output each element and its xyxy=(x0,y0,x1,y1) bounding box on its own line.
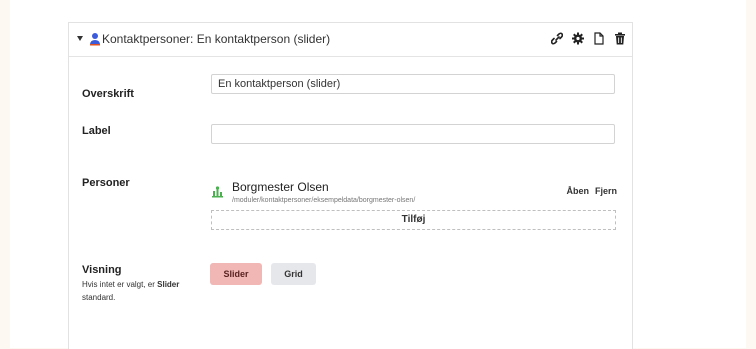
panel-title: Kontaktpersoner: En kontaktperson (slide… xyxy=(102,32,331,46)
copy-icon[interactable] xyxy=(593,32,605,45)
link-icon[interactable] xyxy=(551,32,563,45)
person-actions: Åben Fjern xyxy=(566,186,617,196)
overskrift-label: Overskrift xyxy=(82,88,134,100)
hint-prefix: Hvis intet er valgt, er xyxy=(82,280,158,289)
label-field-label: Label xyxy=(82,125,111,137)
label-input[interactable] xyxy=(211,124,615,144)
kontaktpersoner-panel: Kontaktpersoner: En kontaktperson (slide… xyxy=(68,22,633,349)
person-icon xyxy=(90,33,100,46)
open-person-link[interactable]: Åben xyxy=(566,186,589,196)
person-path: /moduler/kontaktpersoner/eksempeldata/bo… xyxy=(232,197,416,204)
gear-icon[interactable] xyxy=(572,32,584,45)
slider-option-button[interactable]: Slider xyxy=(210,263,262,285)
panel-header[interactable]: Kontaktpersoner: En kontaktperson (slide… xyxy=(69,23,632,57)
visning-label: Visning xyxy=(82,264,122,276)
personer-label: Personer xyxy=(82,177,130,189)
person-name: Borgmester Olsen xyxy=(232,180,329,194)
page: Kontaktpersoner: En kontaktperson (slide… xyxy=(10,0,746,349)
trash-icon[interactable] xyxy=(614,32,626,45)
grid-option-button[interactable]: Grid xyxy=(271,263,316,285)
remove-person-link[interactable]: Fjern xyxy=(595,186,617,196)
person-list-item: Borgmester Olsen /moduler/kontaktpersone… xyxy=(211,178,617,206)
hint-suffix: standard. xyxy=(82,293,116,302)
visning-hint: Hvis intet er valgt, er Slider standard. xyxy=(82,278,202,304)
hint-default-value: Slider xyxy=(157,280,180,289)
overskrift-input[interactable] xyxy=(211,74,615,94)
person-leaf-icon xyxy=(212,186,223,198)
panel-actions xyxy=(551,32,626,45)
add-person-button[interactable]: Tilføj xyxy=(211,210,616,230)
collapse-caret-icon[interactable] xyxy=(77,36,83,41)
